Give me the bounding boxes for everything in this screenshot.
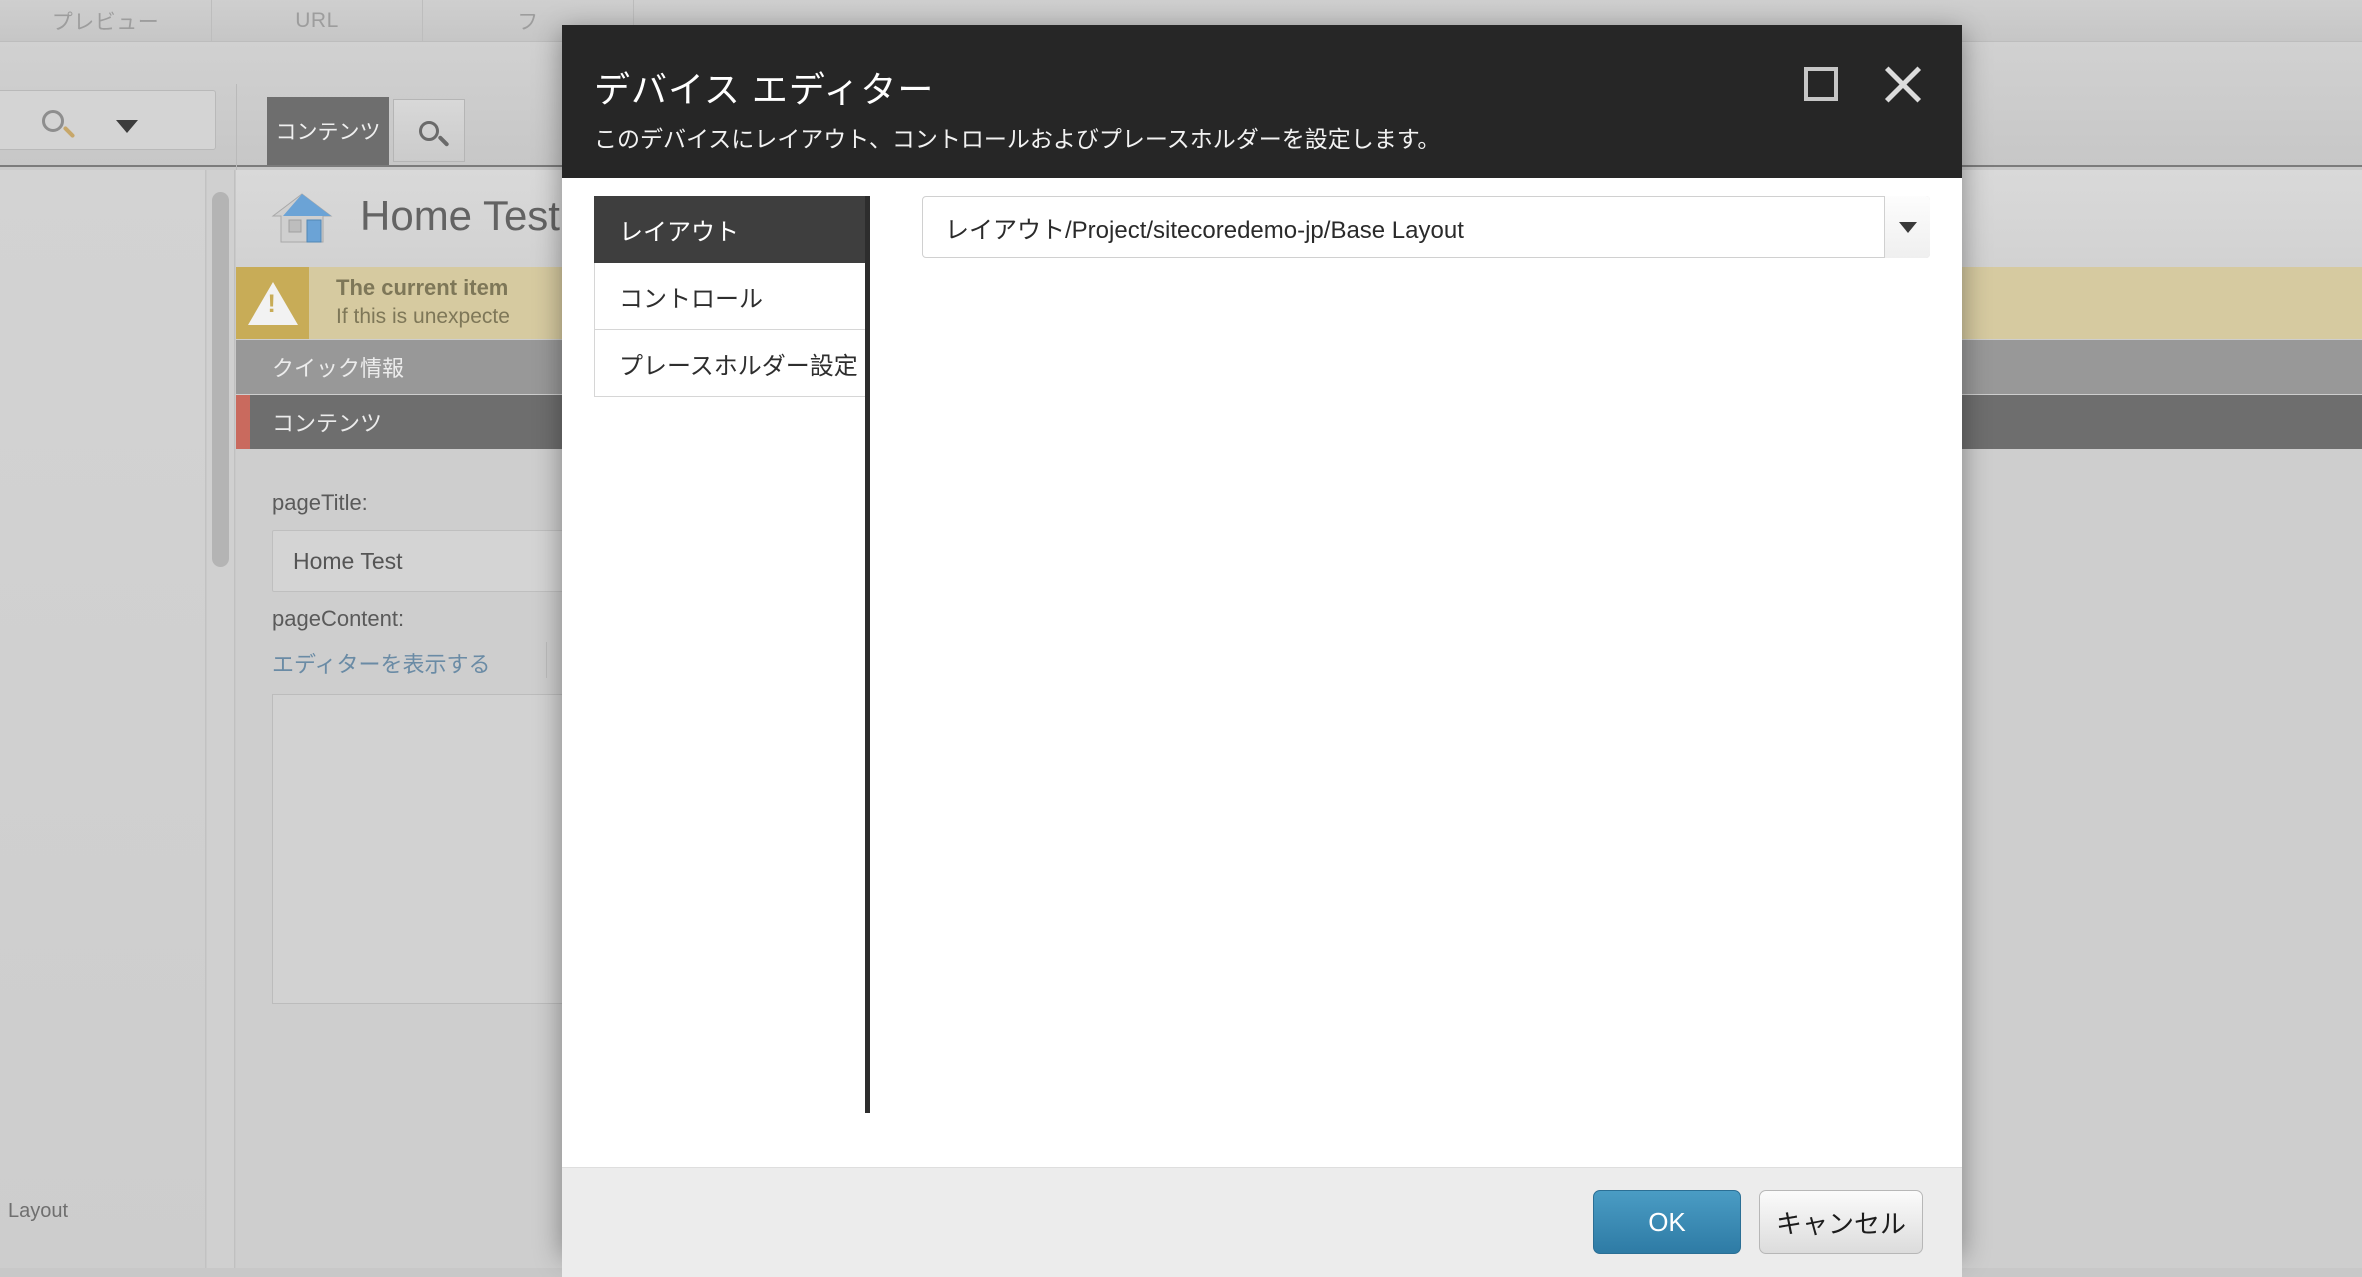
tab-content[interactable]: コンテンツ bbox=[267, 97, 389, 165]
field-label-pagecontent: pageContent: bbox=[272, 606, 404, 632]
tab-layout-label: レイアウト bbox=[619, 212, 739, 247]
show-editor-link[interactable]: エディターを表示する bbox=[272, 647, 490, 679]
layout-select[interactable]: レイアウト/Project/sitecoredemo-jp/Base Layou… bbox=[922, 196, 1930, 258]
warning-title: The current item bbox=[336, 275, 508, 301]
tab-placeholder-settings-label: プレースホルダー設定 bbox=[619, 346, 858, 381]
layout-select-value: レイアウト/Project/sitecoredemo-jp/Base Layou… bbox=[945, 210, 1464, 245]
tab-layout[interactable]: レイアウト bbox=[594, 196, 866, 263]
dialog-subtitle: このデバイスにレイアウト、コントロールおよびプレースホルダーを設定します。 bbox=[594, 120, 1440, 154]
status-bar-text: Layout bbox=[8, 1200, 68, 1223]
close-icon[interactable] bbox=[1880, 61, 1926, 107]
ok-button[interactable]: OK bbox=[1593, 1190, 1741, 1254]
dialog-header: デバイス エディター このデバイスにレイアウト、コントロールおよびプレースホルダ… bbox=[562, 25, 1962, 178]
search-icon bbox=[42, 110, 64, 132]
ribbon-tab-f-label: フ bbox=[517, 6, 539, 36]
cancel-button[interactable]: キャンセル bbox=[1759, 1190, 1923, 1254]
warning-icon bbox=[236, 267, 309, 339]
chevron-down-icon[interactable] bbox=[1884, 196, 1930, 258]
ribbon-tab-preview-label: プレビュー bbox=[52, 6, 160, 36]
dialog-body: レイアウト コントロール プレースホルダー設定 レイアウト/Project/si… bbox=[562, 178, 1962, 1167]
search-icon bbox=[419, 121, 439, 141]
dialog-footer: OK キャンセル bbox=[562, 1167, 1962, 1277]
home-icon bbox=[271, 190, 333, 246]
section-content-label: コンテンツ bbox=[272, 406, 382, 438]
section-accent-bar bbox=[236, 395, 250, 449]
search-button[interactable] bbox=[393, 99, 465, 162]
page-title: Home Test bbox=[360, 192, 560, 240]
scrollbar-thumb[interactable] bbox=[212, 192, 229, 567]
chevron-down-icon[interactable] bbox=[116, 120, 138, 133]
search-input[interactable] bbox=[0, 90, 216, 150]
content-tree-panel[interactable] bbox=[0, 170, 206, 1268]
dialog-tab-list: レイアウト コントロール プレースホルダー設定 bbox=[594, 196, 866, 397]
device-editor-dialog: デバイス エディター このデバイスにレイアウト、コントロールおよびプレースホルダ… bbox=[562, 25, 1962, 1252]
ribbon-tab-preview[interactable]: プレビュー bbox=[0, 0, 212, 42]
warning-triangle-icon bbox=[248, 282, 298, 325]
section-quick-info-label: クイック情報 bbox=[272, 351, 404, 383]
ribbon-tab-url[interactable]: URL bbox=[212, 0, 423, 42]
tab-content-label: コンテンツ bbox=[276, 116, 381, 146]
warning-subtitle: If this is unexpecte bbox=[336, 305, 510, 329]
tab-placeholder-settings[interactable]: プレースホルダー設定 bbox=[594, 330, 866, 397]
ribbon-tab-url-label: URL bbox=[295, 9, 339, 33]
tab-controls[interactable]: コントロール bbox=[594, 263, 866, 330]
field-label-pagetitle: pageTitle: bbox=[272, 490, 368, 516]
dialog-tab-divider bbox=[865, 196, 870, 1113]
maximize-icon[interactable] bbox=[1804, 67, 1838, 101]
dialog-title: デバイス エディター bbox=[594, 61, 934, 113]
layout-select-row: レイアウト/Project/sitecoredemo-jp/Base Layou… bbox=[922, 196, 1930, 258]
tab-controls-label: コントロール bbox=[619, 279, 763, 314]
link-separator bbox=[546, 642, 547, 678]
